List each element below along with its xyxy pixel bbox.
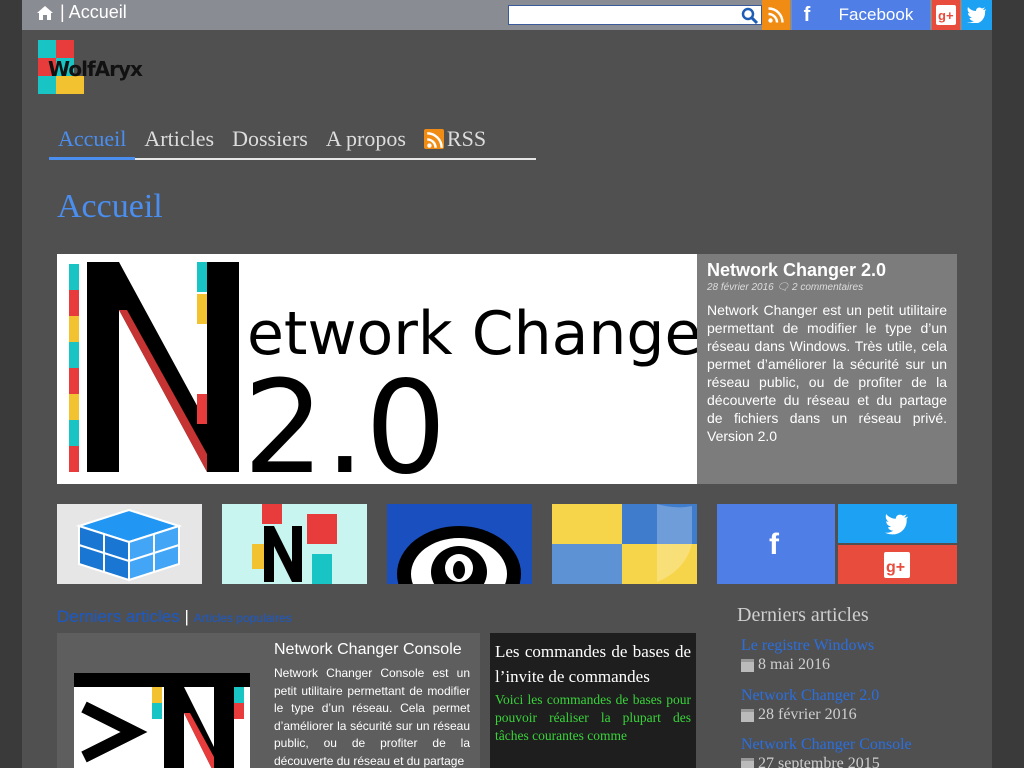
featured-meta: 28 février 2016 🗨 2 commentaires	[707, 282, 947, 293]
calendar-icon	[741, 757, 754, 768]
featured-title[interactable]: Network Changer 2.0	[707, 260, 947, 281]
twitter-icon	[967, 7, 986, 23]
thumb-network-changer[interactable]	[222, 504, 367, 584]
post-card[interactable]: Network Changer Console Network Changer …	[57, 633, 480, 768]
network-changer-console-icon	[81, 687, 244, 768]
facebook-icon: f	[803, 3, 811, 26]
comment-icon: 🗨	[776, 282, 790, 293]
thumb-registry[interactable]	[57, 504, 202, 584]
date-text: 28 février 2016	[758, 706, 857, 723]
twitter-button[interactable]	[962, 0, 992, 30]
google-plus-tile[interactable]: g+	[838, 545, 957, 584]
post-title[interactable]: Les commandes de bases de l’invite de co…	[495, 639, 691, 689]
home-icon[interactable]	[36, 5, 54, 21]
featured-excerpt: Network Changer est un petit utilitaire …	[707, 302, 947, 444]
breadcrumb: | Accueil	[36, 2, 127, 23]
twitter-icon	[885, 514, 908, 535]
rss-button[interactable]	[762, 0, 790, 30]
breadcrumb-label[interactable]: | Accueil	[60, 2, 127, 23]
search-input[interactable]	[508, 5, 762, 25]
facebook-button[interactable]: f Facebook	[792, 0, 930, 30]
post-excerpt: Network Changer Console est un petit uti…	[274, 666, 470, 768]
logo-text: WolfAryx	[48, 57, 143, 81]
thumb-windows-security[interactable]	[552, 504, 697, 584]
twitter-tile[interactable]	[838, 504, 957, 543]
sidebar-item-link[interactable]: Network Changer 2.0	[741, 687, 879, 705]
nav-rss[interactable]: RSS	[415, 122, 495, 158]
page-title: Accueil	[57, 188, 163, 225]
nav-rss-label: RSS	[446, 126, 487, 151]
sidebar-item-date: 28 février 2016	[741, 706, 879, 724]
rss-icon	[768, 7, 784, 23]
top-bar: | Accueil f Facebook g+	[22, 0, 992, 30]
windows-shield-icon	[552, 504, 697, 584]
sidebar-item: Network Changer 2.0 28 février 2016	[741, 687, 879, 724]
sidebar-item-link[interactable]: Network Changer Console	[741, 736, 912, 754]
post-excerpt: Voici les commandes de bases pour pouvoi…	[495, 692, 691, 743]
google-plus-icon: g+	[884, 552, 910, 578]
date-text: 8 mai 2016	[758, 656, 830, 673]
thumb-eye[interactable]	[387, 504, 532, 584]
main-container: WolfAryx Accueil Articles Dossiers A pro…	[22, 30, 992, 768]
network-changer-icon	[252, 504, 337, 584]
search-icon[interactable]	[741, 7, 759, 24]
sidebar-item-link[interactable]: Le registre Windows	[741, 637, 874, 655]
svg-text:2.0: 2.0	[243, 354, 447, 484]
featured-image[interactable]: etwork Changer 2.0	[57, 254, 697, 484]
date-text: 27 septembre 2015	[758, 755, 880, 768]
sidebar-item-date: 27 septembre 2015	[741, 755, 912, 768]
tab-separator: |	[184, 607, 189, 626]
post-card[interactable]: Les commandes de bases de l’invite de co…	[490, 633, 696, 768]
featured-slider[interactable]: etwork Changer 2.0 Network Changer 2.0 2…	[57, 254, 957, 484]
google-plus-icon: g+	[936, 5, 956, 25]
sidebar-item: Network Changer Console 27 septembre 201…	[741, 736, 912, 768]
svg-text:g+: g+	[938, 8, 954, 23]
google-plus-button[interactable]: g+	[932, 0, 960, 30]
sidebar-title: Derniers articles	[737, 604, 869, 626]
featured-date: 28 février 2016	[707, 282, 774, 293]
svg-text:g+: g+	[886, 559, 905, 576]
nav-articles[interactable]: Articles	[135, 122, 223, 158]
site-logo[interactable]: WolfAryx	[38, 40, 168, 100]
rss-icon	[423, 129, 444, 149]
tab-articles-populaires[interactable]: Articles populaires	[194, 611, 292, 625]
featured-panel: Network Changer 2.0 28 février 2016 🗨 2 …	[697, 254, 957, 484]
sidebar-item: Le registre Windows 8 mai 2016	[741, 637, 874, 674]
nav-a-propos[interactable]: A propos	[317, 122, 415, 158]
post-title[interactable]: Network Changer Console	[274, 641, 462, 659]
articles-tabs: Derniers articles | Articles populaires	[57, 607, 292, 627]
eye-icon	[397, 526, 521, 584]
calendar-icon	[741, 708, 754, 722]
social-tile: f g+	[717, 504, 957, 584]
facebook-label: Facebook	[838, 5, 914, 24]
nav-dossiers[interactable]: Dossiers	[223, 122, 317, 158]
sidebar-item-date: 8 mai 2016	[741, 656, 874, 674]
svg-text:f: f	[769, 528, 780, 561]
featured-comments[interactable]: 2 commentaires	[792, 282, 863, 293]
facebook-tile[interactable]: f	[717, 504, 835, 584]
nav-accueil[interactable]: Accueil	[49, 122, 136, 160]
network-changer-logo-icon: etwork Changer 2.0	[69, 262, 697, 484]
post-image[interactable]	[74, 673, 250, 768]
main-nav: Accueil Articles Dossiers A propos RSS	[49, 122, 536, 160]
calendar-icon	[741, 658, 754, 672]
registry-cube-icon	[75, 508, 183, 582]
facebook-icon: f	[769, 528, 780, 561]
tab-derniers-articles[interactable]: Derniers articles	[57, 607, 180, 626]
